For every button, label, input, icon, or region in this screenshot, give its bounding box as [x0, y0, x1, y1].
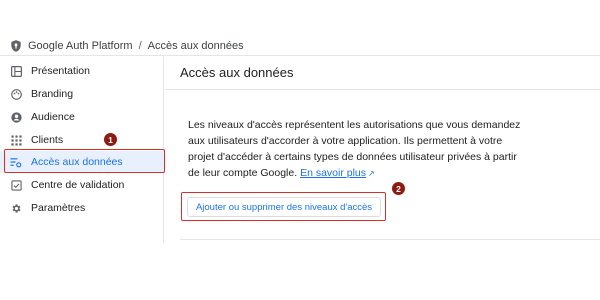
description-line: de leur compte Google. [188, 167, 298, 179]
sidebar-item-clients[interactable]: Clients [0, 129, 164, 151]
learn-more-link[interactable]: En savoir plus [300, 167, 366, 179]
description-line: aux utilisateurs d'accorder à votre appl… [188, 135, 503, 147]
dashboard-icon [10, 65, 22, 77]
app-window: Google Auth Platform / Accès aux données… [0, 0, 600, 243]
sidebar-item-label: Présentation [31, 65, 90, 77]
external-link-icon: ↗ [368, 169, 375, 178]
sidebar-item-data-access[interactable]: Accès aux données [0, 151, 164, 173]
description-line: projet d'accéder à certains types de don… [188, 151, 517, 163]
sidebar-item-label: Clients [31, 134, 64, 146]
gear-icon [10, 202, 22, 214]
step-badge-2: 2 [392, 182, 405, 195]
data-access-icon [10, 156, 22, 168]
sidebar-item-settings[interactable]: Paramètres [0, 197, 164, 219]
apps-grid-icon [10, 134, 22, 146]
sidebar-item-label: Centre de validation [31, 179, 125, 191]
description-text: Les niveaux d'accès représentent les aut… [188, 117, 528, 182]
breadcrumb-current: Accès aux données [147, 39, 244, 52]
account-circle-icon [10, 111, 22, 123]
description-line: Les niveaux d'accès représentent les aut… [188, 119, 521, 131]
sidebar-item-label: Accès aux données [31, 156, 123, 168]
sidebar-item-branding[interactable]: Branding [0, 83, 164, 105]
page-title: Accès aux données [180, 65, 294, 80]
title-divider [165, 89, 600, 90]
breadcrumb-separator: / [138, 39, 142, 52]
sidebar: Présentation Branding Audience Clients A [0, 57, 164, 243]
sidebar-item-audience[interactable]: Audience [0, 106, 164, 128]
breadcrumb-app-link[interactable]: Google Auth Platform [28, 40, 133, 52]
add-remove-scopes-button[interactable]: Ajouter ou supprimer des niveaux d'accès [187, 197, 381, 217]
step-badge-1: 1 [104, 133, 117, 146]
sidebar-item-label: Branding [31, 88, 74, 100]
palette-icon [10, 88, 22, 100]
sidebar-item-label: Audience [31, 111, 75, 123]
content-divider [180, 239, 600, 240]
shield-icon [9, 39, 23, 53]
sidebar-item-label: Paramètres [31, 202, 86, 214]
sidebar-item-presentation[interactable]: Présentation [0, 60, 164, 82]
sidebar-item-validation-center[interactable]: Centre de validation [0, 174, 164, 196]
breadcrumb: Google Auth Platform / Accès aux données [0, 36, 600, 56]
verification-icon [10, 179, 22, 191]
